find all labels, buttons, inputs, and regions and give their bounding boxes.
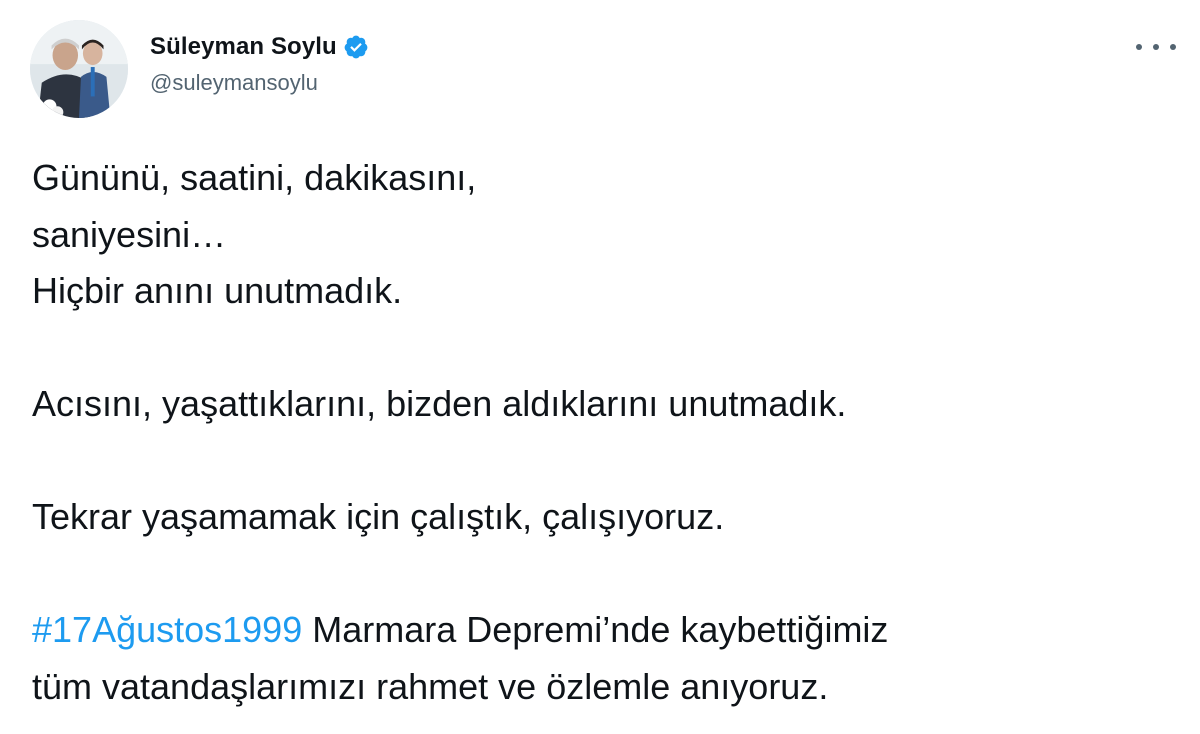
more-options-icon-dot-3 bbox=[1170, 44, 1176, 50]
avatar-image bbox=[30, 20, 128, 118]
more-options-button[interactable] bbox=[1136, 34, 1176, 60]
tweet-line-1: Gününü, saatini, dakikasını, bbox=[32, 157, 477, 198]
tweet-line-2: saniyesini… bbox=[32, 213, 227, 255]
verified-badge-icon bbox=[344, 35, 368, 59]
more-options-icon-dot-2 bbox=[1153, 44, 1159, 50]
tweet-line-6: #17Ağustos1999 Marmara Depremi’nde kaybe… bbox=[32, 602, 1172, 659]
tweet-line-5: Tekrar yaşamamak için çalıştık, çalışıyo… bbox=[32, 496, 725, 537]
tweet-card: Süleyman Soylu @suleymansoylu Gününü, sa… bbox=[0, 0, 1200, 734]
hashtag-link[interactable]: #17Ağustos1999 bbox=[32, 609, 302, 650]
tweet-header: Süleyman Soylu @suleymansoylu bbox=[150, 30, 369, 96]
tweet-line-3: Hiçbir anını unutmadık. bbox=[32, 270, 403, 311]
author-avatar[interactable] bbox=[30, 20, 128, 118]
tweet-line-4: Acısını, yaşattıklarını, bizden aldıklar… bbox=[32, 383, 847, 424]
tweet-line-6-text: Marmara Depremi’nde kaybettiğimiz bbox=[302, 609, 889, 650]
more-options-icon bbox=[1136, 44, 1142, 50]
tweet-line-7: tüm vatandaşlarımızı rahmet ve özlemle a… bbox=[32, 665, 829, 707]
author-name[interactable]: Süleyman Soylu bbox=[150, 33, 337, 61]
name-row: Süleyman Soylu bbox=[150, 30, 369, 64]
author-handle[interactable]: @suleymansoylu bbox=[150, 70, 369, 96]
tweet-text: Gününü, saatini, dakikasını, saniyesini…… bbox=[32, 150, 1172, 715]
